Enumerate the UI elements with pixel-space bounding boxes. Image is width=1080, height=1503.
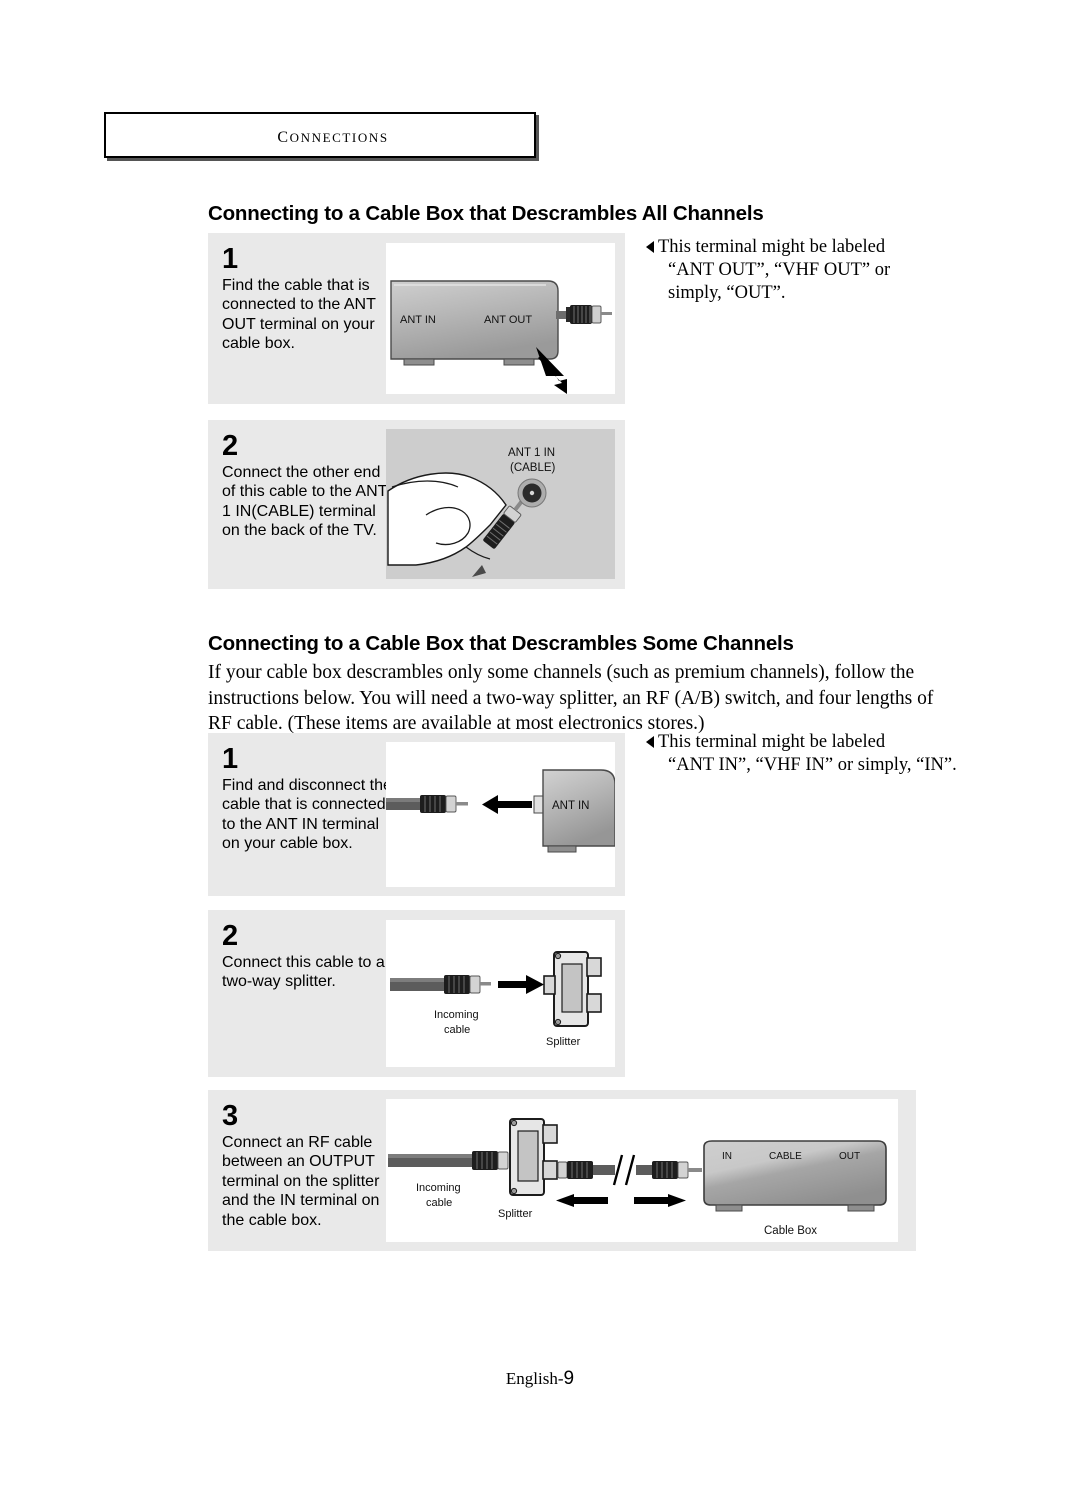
- illustration-hand-connecting-ant1in: ANT 1 IN (CABLE): [386, 429, 615, 579]
- label-box-cable: CABLE: [769, 1151, 802, 1162]
- step-instruction: Connect an RF cable between an OUTPUT te…: [222, 1134, 380, 1229]
- chapter-title: Connections: [277, 122, 389, 147]
- section-intro-paragraph: If your cable box descrambles only some …: [208, 662, 934, 734]
- page-footer: English-9: [0, 1368, 1080, 1390]
- callout-triangle-icon: [646, 241, 654, 253]
- illustration-cable-box-ant-out: ANT IN ANT OUT: [386, 243, 615, 394]
- callout-ant-in: This terminal might be labeled “ANT IN”,…: [646, 731, 966, 777]
- step-number: 1: [222, 243, 238, 275]
- step-text-block: 2 Connect the other end of this cable to…: [222, 430, 394, 541]
- callout-ant-out: This terminal might be labeled “ANT OUT”…: [646, 236, 946, 305]
- footer-label: English-: [505, 1369, 564, 1388]
- step-instruction: Connect the other end of this cable to t…: [222, 464, 388, 540]
- callout-line-3: simply, “OUT”.: [668, 283, 786, 303]
- step-instruction: Find and disconnect the cable that is co…: [222, 777, 392, 853]
- label-ant-in: ANT IN: [552, 800, 590, 812]
- step-text-block: 1 Find and disconnect the cable that is …: [222, 743, 394, 854]
- step-instruction: Find the cable that is connected to the …: [222, 277, 376, 353]
- label-incoming-line2: cable: [444, 1024, 470, 1036]
- label-incoming-line1: Incoming: [434, 1009, 479, 1021]
- label-incoming-line2: cable: [426, 1197, 452, 1209]
- step-text-block: 3 Connect an RF cable between an OUTPUT …: [222, 1100, 394, 1230]
- step-number: 3: [222, 1100, 238, 1132]
- step-text-block: 2 Connect this cable to a two-way splitt…: [222, 920, 394, 992]
- label-ant-out: ANT OUT: [484, 314, 532, 326]
- section-heading-some-channels: Connecting to a Cable Box that Descrambl…: [208, 632, 794, 655]
- step-number: 2: [222, 430, 238, 462]
- label-cable-box: Cable Box: [764, 1225, 817, 1237]
- step-instruction: Connect this cable to a two-way splitter…: [222, 954, 385, 991]
- chapter-header-box: Connections: [104, 112, 536, 158]
- label-box-out: OUT: [839, 1151, 860, 1162]
- step-panel-s1-2: 2 Connect the other end of this cable to…: [208, 420, 625, 589]
- label-incoming-line1: Incoming: [416, 1182, 461, 1194]
- step-number: 2: [222, 920, 238, 952]
- step-number: 1: [222, 743, 238, 775]
- step-text-block: 1 Find the cable that is connected to th…: [222, 243, 394, 354]
- label-splitter: Splitter: [546, 1036, 581, 1048]
- illustration-splitter-to-cable-box: IN CABLE OUT Incoming cable Splitter Cab…: [386, 1099, 898, 1242]
- callout-line-2: “ANT OUT”, “VHF OUT” or: [668, 260, 891, 280]
- callout-line-1: This terminal might be labeled: [658, 237, 886, 257]
- callout-line-2: “ANT IN”, “VHF IN” or simply, “IN”.: [668, 755, 957, 775]
- label-ant1in-line1: ANT 1 IN: [508, 447, 555, 459]
- label-splitter: Splitter: [498, 1208, 533, 1220]
- illustration-disconnect-ant-in: ANT IN: [386, 742, 615, 887]
- label-ant-in: ANT IN: [400, 314, 436, 326]
- label-ant1in-line2: (CABLE): [510, 462, 556, 474]
- step-panel-s2-1: 1 Find and disconnect the cable that is …: [208, 733, 625, 896]
- step-panel-s2-3: 3 Connect an RF cable between an OUTPUT …: [208, 1090, 916, 1251]
- label-box-in: IN: [722, 1151, 732, 1162]
- illustration-cable-to-splitter: Incoming cable Splitter: [386, 920, 615, 1067]
- footer-page-number: 9: [563, 1368, 575, 1389]
- step-panel-s2-2: 2 Connect this cable to a two-way splitt…: [208, 910, 625, 1077]
- callout-triangle-icon: [646, 736, 654, 748]
- step-panel-s1-1: 1 Find the cable that is connected to th…: [208, 233, 625, 404]
- section-heading-all-channels: Connecting to a Cable Box that Descrambl…: [208, 202, 764, 225]
- callout-line-1: This terminal might be labeled: [658, 732, 886, 752]
